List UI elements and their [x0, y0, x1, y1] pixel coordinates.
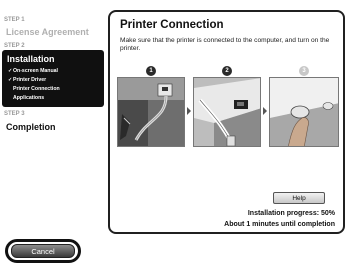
step2-item-onscreen-manual: ✓On-screen Manual: [8, 68, 58, 74]
illustration-panel-2: [193, 77, 261, 147]
help-button[interactable]: Help: [273, 192, 325, 204]
step3-label: STEP 3: [4, 111, 25, 117]
step2-item-applications: Applications: [13, 95, 45, 101]
arrow-icon: [187, 107, 191, 115]
installation-progress-text: Installation progress: 50%: [247, 210, 335, 217]
step3-title: Completion: [6, 122, 56, 132]
wizard-sidebar: STEP 1 License Agreement STEP 2 Installa…: [0, 0, 108, 263]
cancel-button[interactable]: Cancel: [11, 244, 75, 258]
connection-illustration: 1 2 3: [117, 66, 339, 149]
step-number-1: 1: [146, 66, 156, 76]
step2-label: STEP 2: [4, 43, 25, 49]
time-remaining-text: About 1 minutes until completion: [224, 221, 335, 228]
step1-title: License Agreement: [6, 27, 89, 37]
power-button-image: [270, 78, 338, 146]
step2-item-printer-driver: ✓Printer Driver: [8, 77, 47, 83]
arrow-icon: [263, 107, 267, 115]
step2-item-printer-connection: Printer Connection: [13, 86, 60, 92]
printer-port-image: [194, 78, 260, 146]
step1-label: STEP 1: [4, 17, 25, 23]
page-title: Printer Connection: [120, 19, 224, 31]
illustration-panel-3: [269, 77, 339, 147]
usb-cable-image: [118, 78, 184, 146]
step2-title: Installation: [7, 54, 55, 64]
step-number-3: 3: [299, 66, 309, 76]
step2-active-panel: Installation ✓On-screen Manual ✓Printer …: [2, 50, 104, 107]
illustration-panel-1: [117, 77, 185, 147]
step-number-2: 2: [222, 66, 232, 76]
content-panel: Printer Connection Make sure that the pr…: [108, 10, 345, 234]
instruction-text: Make sure that the printer is connected …: [120, 37, 330, 52]
